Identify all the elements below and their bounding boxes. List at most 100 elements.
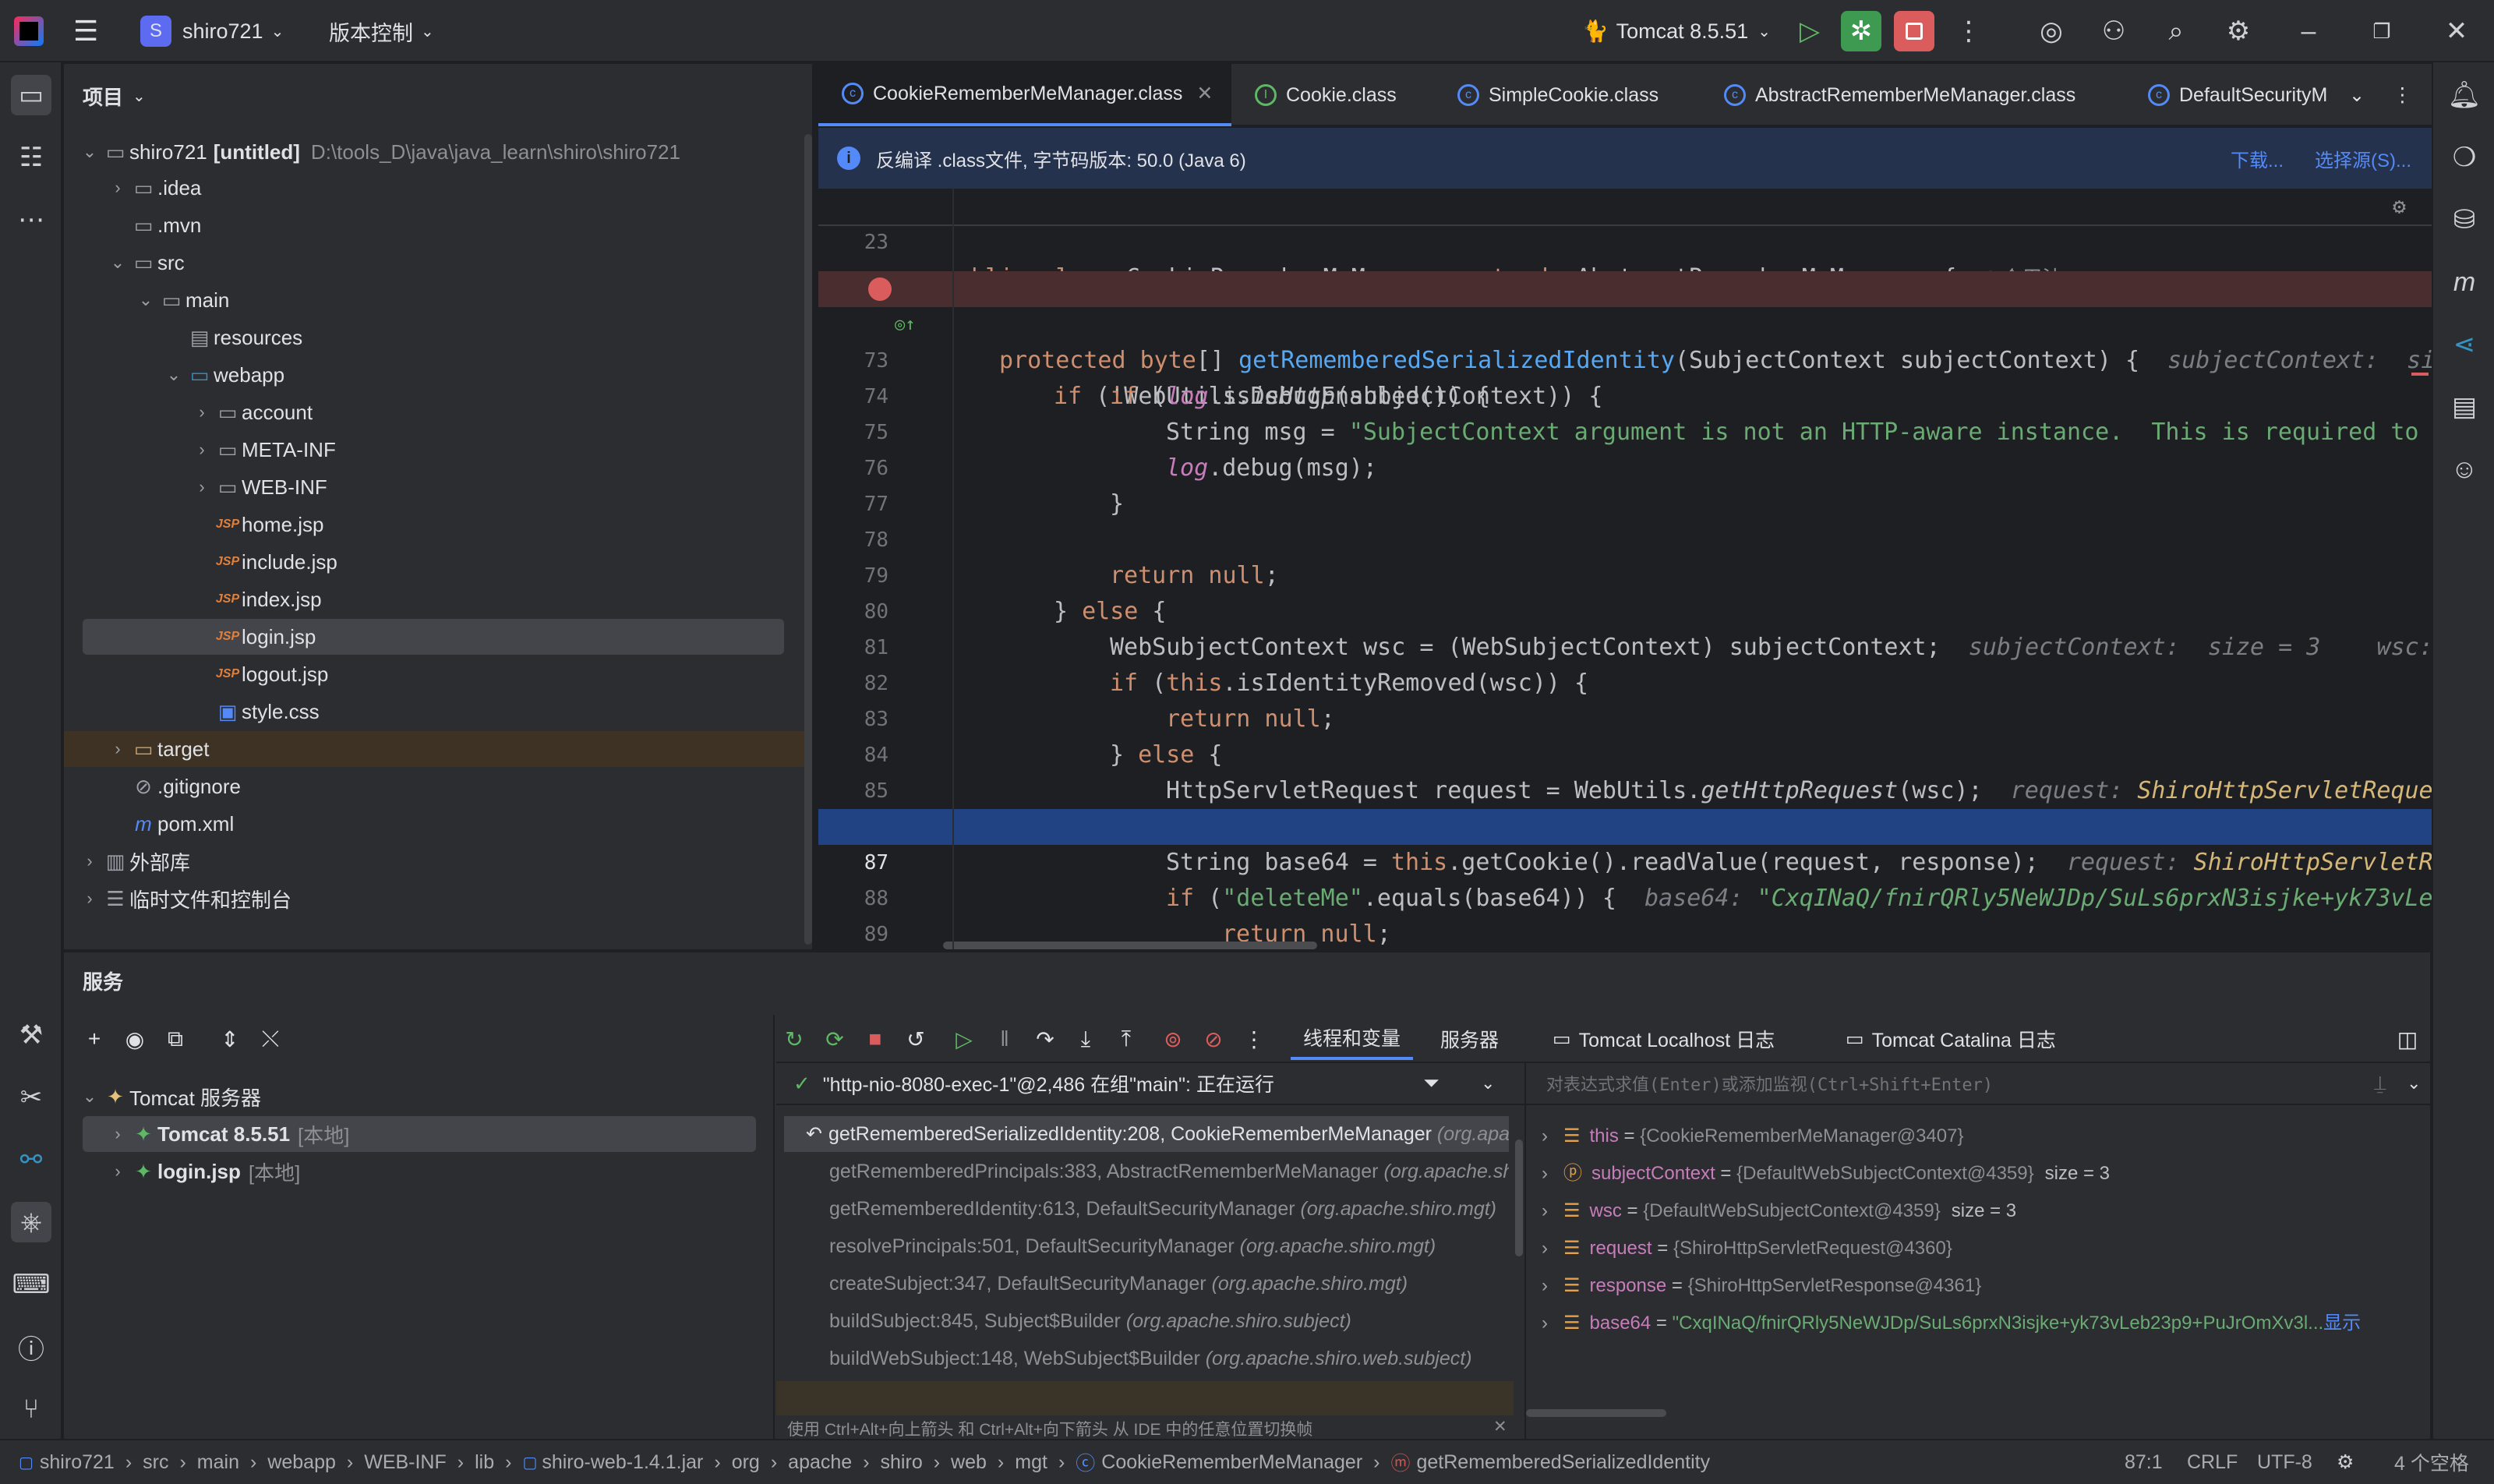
collapse-all-icon[interactable]: ⤬ bbox=[253, 1018, 288, 1060]
sync-icon[interactable]: ⚙ bbox=[2337, 1450, 2354, 1474]
close-icon[interactable]: ✕ bbox=[1196, 82, 1213, 105]
more-icon[interactable]: ⋮ bbox=[1948, 11, 1989, 51]
chat-icon[interactable]: ❍ bbox=[2444, 137, 2485, 178]
crumb[interactable]: shiro bbox=[881, 1451, 923, 1474]
tree-item[interactable]: ▣ style.css bbox=[64, 694, 797, 730]
view-breakpoints-icon[interactable]: ⊚ bbox=[1155, 1018, 1191, 1060]
crumb[interactable]: main bbox=[197, 1451, 239, 1474]
variable-row[interactable]: › ☰ wsc = {DefaultWebSubjectContext@4359} s… bbox=[1542, 1192, 2016, 1230]
resume-icon[interactable]: ▷ bbox=[1789, 11, 1830, 51]
tree-item[interactable]: m pom.xml bbox=[64, 806, 797, 842]
caret-position[interactable]: 87:1 bbox=[2125, 1451, 2163, 1474]
crumb[interactable]: WEB-INF bbox=[364, 1451, 447, 1474]
vcs-menu[interactable]: 版本控制 ⌄ bbox=[329, 0, 434, 62]
frame-item[interactable]: buildWebSubject:148, WebSubject$Builder … bbox=[776, 1341, 1509, 1376]
variable-row[interactable]: › ⓟ subjectContext = {DefaultWebSubjectCon… bbox=[1542, 1155, 2110, 1192]
frame-item[interactable]: getRememberedPrincipals:383, AbstractRem… bbox=[776, 1154, 1509, 1189]
maven-icon[interactable]: m bbox=[2444, 262, 2485, 302]
gear-icon[interactable]: ⚙ bbox=[2393, 193, 2406, 219]
tab-catalina-log[interactable]: ▭ Tomcat Catalina 日志 bbox=[1833, 1018, 2068, 1060]
tab-localhost-log[interactable]: ▭ Tomcat Localhost 日志 bbox=[1540, 1018, 1787, 1060]
crumb[interactable]: getRememberedSerializedIdentity bbox=[1417, 1451, 1711, 1474]
minimize-icon[interactable]: – bbox=[2288, 11, 2329, 51]
stop-icon[interactable] bbox=[1894, 11, 1934, 51]
add-watch-icon[interactable]: ⍊ bbox=[2374, 1071, 2386, 1096]
add-service-icon[interactable]: + bbox=[76, 1018, 112, 1060]
services-icon[interactable]: ⎈ bbox=[11, 1202, 51, 1242]
crumb[interactable]: webapp bbox=[267, 1451, 336, 1474]
crumb[interactable]: lib bbox=[475, 1451, 494, 1474]
main-menu-icon[interactable]: ☰ bbox=[73, 0, 98, 62]
crumb[interactable]: src bbox=[143, 1451, 168, 1474]
search-icon[interactable]: ⌕ bbox=[2156, 11, 2196, 51]
tree-item[interactable]: JSP logout.jsp bbox=[64, 656, 797, 692]
pause-icon[interactable]: ‖ bbox=[987, 1018, 1023, 1060]
crumb[interactable]: mgt bbox=[1015, 1451, 1047, 1474]
mute-breakpoints-icon[interactable]: ⊘ bbox=[1196, 1018, 1231, 1060]
error-stripe-mark[interactable] bbox=[2411, 373, 2429, 376]
tab-simple-cookie[interactable]: c SimpleCookie.class bbox=[1457, 64, 1659, 126]
gear-icon[interactable]: ⚙ bbox=[2218, 11, 2259, 51]
folder-icon[interactable]: ▭ bbox=[11, 75, 51, 115]
tree-item[interactable]: › ▭ target bbox=[64, 731, 804, 767]
thread-selector[interactable]: ✓ "http-nio-8080-exec-1"@2,486 在组"main":… bbox=[776, 1062, 1524, 1105]
tree-item[interactable]: › ▥ 外部库 bbox=[64, 843, 797, 879]
more-icon[interactable]: ⋮ bbox=[1236, 1018, 1272, 1060]
structure-icon[interactable]: ☷ bbox=[11, 137, 51, 178]
tab-cookie-remember-me-manager[interactable]: c CookieRememberMeManager.class ✕ bbox=[818, 64, 1231, 126]
frame-item[interactable]: getRememberedIdentity:613, DefaultSecuri… bbox=[776, 1191, 1509, 1227]
restart-debug-icon[interactable]: ⟳ bbox=[817, 1018, 853, 1060]
line-separator[interactable]: CRLF bbox=[2187, 1451, 2238, 1474]
step-out-icon[interactable]: ⤒ bbox=[1108, 1018, 1144, 1060]
variable-row[interactable]: › ☰ response = {ShiroHttpServletResponse@4… bbox=[1542, 1267, 1981, 1305]
tab-cookie[interactable]: I Cookie.class bbox=[1255, 64, 1397, 126]
chevron-down-icon[interactable]: ⌄ bbox=[2407, 1073, 2421, 1094]
stop-icon[interactable]: ■ bbox=[857, 1018, 893, 1060]
step-into-icon[interactable]: ⤓ bbox=[1068, 1018, 1104, 1060]
project-panel-header[interactable]: 项目 ⌄ bbox=[83, 78, 146, 114]
tab-list-chevron-icon[interactable]: ⌄ bbox=[2349, 64, 2365, 126]
tree-item[interactable]: ⌄ ▭ src bbox=[64, 245, 797, 281]
restore-icon[interactable]: ❐ bbox=[2362, 11, 2402, 51]
update-icon[interactable]: ↺ bbox=[898, 1018, 934, 1060]
endpoints-icon[interactable]: ⚯ bbox=[11, 1140, 51, 1180]
eval-input[interactable]: 对表达式求值(Enter)或添加监视(Ctrl+Shift+Enter) ⍊ ⌄ bbox=[1526, 1062, 2430, 1105]
tree-item-selected[interactable]: JSP login.jsp bbox=[83, 619, 784, 655]
crumb[interactable]: web bbox=[951, 1451, 987, 1474]
variable-row[interactable]: › ☰ this = {CookieRememberMeManager@3407} bbox=[1542, 1118, 1964, 1155]
vars-scrollbar[interactable] bbox=[1526, 1409, 1666, 1417]
expand-all-icon[interactable]: ⇕ bbox=[212, 1018, 248, 1060]
services-tree-item[interactable]: › ✦ login.jsp [本地] bbox=[106, 1154, 776, 1189]
tree-item[interactable]: JSP include.jsp bbox=[64, 544, 797, 580]
debug-icon[interactable]: ✲ bbox=[1841, 11, 1881, 51]
crumb[interactable]: apache bbox=[788, 1451, 852, 1474]
tree-item[interactable]: › ▭ .idea bbox=[64, 170, 797, 206]
variable-row[interactable]: › ☰ request = {ShiroHttpServletRequest@436… bbox=[1542, 1230, 1952, 1267]
chevron-down-icon[interactable]: ⌄ bbox=[1481, 1073, 1495, 1094]
tree-item[interactable]: › ▭ META-INF bbox=[64, 432, 797, 468]
code-area[interactable]: 23 public class CookieRememberMeManager … bbox=[818, 189, 2432, 949]
resume-icon[interactable]: ▷ bbox=[946, 1018, 982, 1060]
new-tab-icon[interactable]: ⧉ bbox=[157, 1018, 193, 1060]
tree-item[interactable]: › ▭ account bbox=[64, 394, 797, 430]
add-user-icon[interactable]: ⚇ bbox=[2093, 11, 2134, 51]
eye-icon[interactable]: ◉ bbox=[117, 1018, 153, 1060]
crumb[interactable]: shiro721 bbox=[40, 1451, 115, 1474]
run-config-selector[interactable]: 🐈 Tomcat 8.5.51 ⌄ bbox=[1582, 0, 1771, 62]
tree-item[interactable]: ⌄ ▭ webapp bbox=[64, 357, 797, 393]
download-link[interactable]: 下载... bbox=[2231, 145, 2284, 172]
tree-item[interactable]: ⊘ .gitignore bbox=[64, 768, 797, 804]
frame-item[interactable]: createSubject:347, DefaultSecurityManage… bbox=[776, 1266, 1509, 1302]
tab-server[interactable]: 服务器 bbox=[1428, 1018, 1511, 1060]
tree-item[interactable]: ▤ resources bbox=[64, 320, 797, 355]
tree-item-root[interactable]: ⌄ ▭ shiro721 [untitled] D:\tools_D\java\… bbox=[64, 134, 797, 170]
tab-threads-variables[interactable]: 线程和变量 bbox=[1291, 1018, 1414, 1060]
indent-setting[interactable]: 4 个空格 bbox=[2394, 1448, 2469, 1476]
crumb[interactable]: shiro-web-1.4.1.jar bbox=[542, 1451, 703, 1474]
close-icon[interactable]: ✕ bbox=[1493, 1417, 1507, 1436]
horizontal-scrollbar[interactable] bbox=[943, 942, 1317, 949]
tree-item[interactable]: ⌄ ▭ main bbox=[64, 282, 797, 318]
share-icon[interactable]: ⋖ bbox=[2444, 324, 2485, 365]
step-over-icon[interactable]: ↷ bbox=[1027, 1018, 1063, 1060]
database-icon[interactable]: ⛁ bbox=[2444, 200, 2485, 240]
